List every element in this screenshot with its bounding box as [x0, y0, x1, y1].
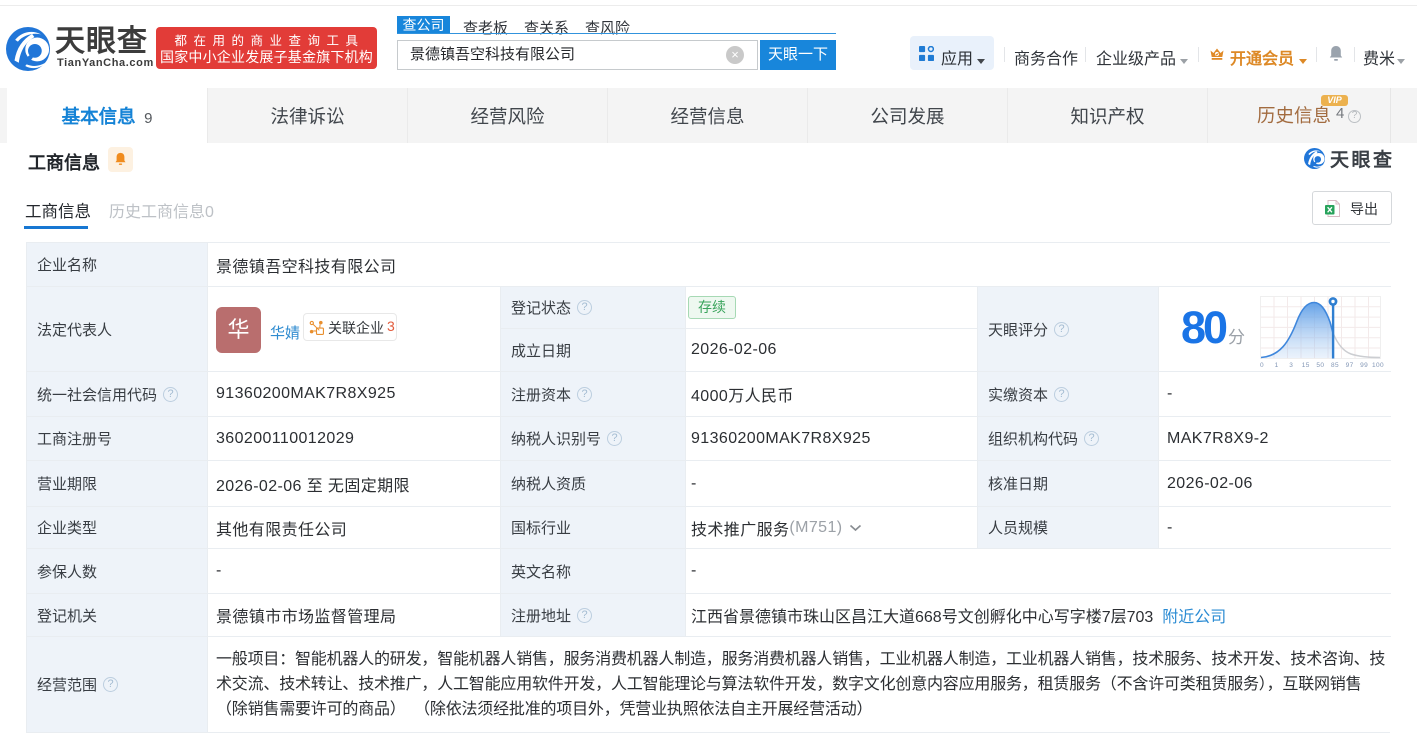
svg-text:1: 1 — [1275, 362, 1279, 369]
svg-text:50: 50 — [1316, 362, 1324, 369]
svg-text:3: 3 — [1289, 362, 1293, 369]
svg-text:97: 97 — [1346, 362, 1354, 369]
svg-text:85: 85 — [1331, 362, 1339, 369]
svg-text:15: 15 — [1302, 362, 1310, 369]
svg-text:100: 100 — [1372, 362, 1384, 369]
svg-text:0: 0 — [1260, 362, 1264, 369]
svg-text:99: 99 — [1360, 362, 1368, 369]
